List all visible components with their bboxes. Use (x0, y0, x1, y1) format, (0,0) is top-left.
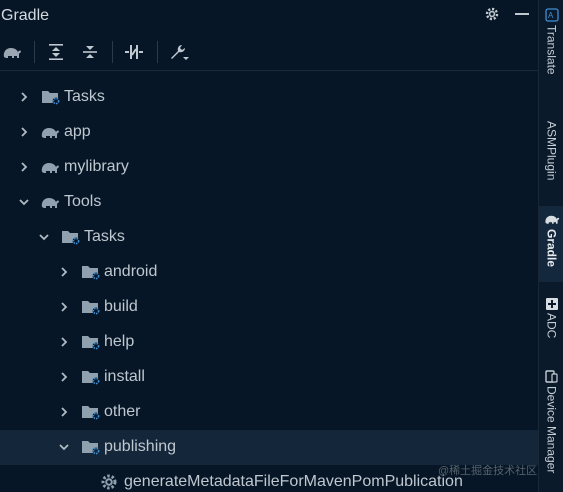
task-folder-icon (82, 406, 100, 420)
task-folder-icon (82, 336, 100, 350)
tree-node-label: Tools (64, 193, 102, 210)
tree-node-label: publishing (104, 438, 177, 455)
tree-node-label: mylibrary (64, 158, 129, 175)
device-icon (545, 370, 558, 383)
sidebar-tab-label: ADC (544, 313, 559, 339)
header-actions (484, 6, 530, 27)
tree-node-tasks[interactable]: Tasks (0, 80, 538, 115)
toolbar-separator (112, 41, 113, 63)
watermark: @稀土掘金技术社区 (438, 465, 538, 477)
tree-node-build[interactable]: build (0, 290, 538, 325)
toggle-offline-icon[interactable] (123, 41, 145, 63)
chevron-right-icon[interactable] (18, 91, 30, 103)
tree-node-label: Tasks (84, 228, 125, 245)
toolbar-separator (157, 41, 158, 63)
gradle-elephant-icon (544, 215, 559, 224)
tree-node-label: generateMetadataFileForMavenPomPublicati… (124, 473, 463, 490)
sidebar-tab-device-manager[interactable]: Device Manager (539, 370, 563, 473)
tree-node-tools[interactable]: Tools (0, 185, 538, 220)
task-folder-icon (42, 91, 60, 105)
tree-node-help[interactable]: help (0, 325, 538, 360)
toolbar-separator (34, 41, 35, 63)
sidebar-tab-label: ASMPlugin (544, 121, 559, 181)
translate-icon: A (544, 8, 559, 22)
gear-icon (101, 474, 117, 490)
sidebar-tab-asmplugin[interactable]: ASMPlugin (539, 118, 563, 180)
gradle-elephant-icon[interactable] (1, 41, 23, 63)
tree-node-label: other (104, 403, 141, 420)
chevron-right-icon[interactable] (18, 161, 30, 173)
minimize-icon[interactable] (514, 6, 530, 27)
tree-node-publishing[interactable]: publishing (0, 430, 538, 465)
tree-node-other[interactable]: other (0, 395, 538, 430)
sidebar-tab-gradle[interactable]: Gradle (539, 206, 563, 282)
expand-all-icon[interactable] (45, 41, 67, 63)
tool-window-title: Gradle (1, 7, 50, 24)
task-folder-icon (82, 266, 100, 280)
gradle-toolbar (0, 34, 538, 71)
sidebar-tab-label: Translate (544, 25, 559, 75)
tree-node-tools-tasks[interactable]: Tasks (0, 220, 538, 255)
sidebar-tab-label: Gradle (544, 229, 559, 268)
sidebar-tab-translate[interactable]: A Translate (539, 8, 563, 75)
tool-window-header: Gradle (0, 0, 538, 32)
chevron-right-icon[interactable] (58, 266, 70, 278)
gear-icon[interactable] (484, 6, 500, 27)
right-tool-strip: A Translate ASMPlugin Gradle ADC Device … (538, 0, 563, 492)
task-folder-icon (82, 371, 100, 385)
tree-node-label: Tasks (64, 88, 105, 105)
tree-node-app[interactable]: app (0, 115, 538, 150)
plus-box-icon (545, 298, 558, 310)
wrench-icon[interactable] (168, 41, 190, 63)
collapse-all-icon[interactable] (79, 41, 101, 63)
task-folder-icon (82, 441, 100, 455)
tree-node-label: android (104, 263, 158, 280)
tree-node-label: build (104, 298, 138, 315)
gradle-elephant-icon (41, 198, 59, 208)
task-folder-icon (82, 301, 100, 315)
chevron-right-icon[interactable] (58, 371, 70, 383)
chevron-down-icon[interactable] (18, 196, 30, 208)
sidebar-tab-adc[interactable]: ADC (539, 298, 563, 338)
tree-node-label: install (104, 368, 145, 385)
chevron-right-icon[interactable] (58, 406, 70, 418)
task-folder-icon (62, 231, 80, 245)
gradle-elephant-icon (41, 163, 59, 173)
tree-node-label: help (104, 333, 135, 350)
chevron-right-icon[interactable] (58, 336, 70, 348)
gradle-elephant-icon (41, 128, 59, 138)
chevron-down-icon[interactable] (38, 231, 50, 243)
chevron-down-icon[interactable] (58, 441, 70, 453)
gradle-tool-window: Gradle Tasks app mylibrary Tools Tasks a… (0, 0, 538, 492)
tree-node-android[interactable]: android (0, 255, 538, 290)
tree-node-label: app (64, 123, 91, 140)
tree-node-mylibrary[interactable]: mylibrary (0, 150, 538, 185)
sidebar-tab-label: Device Manager (544, 386, 559, 474)
chevron-right-icon[interactable] (18, 126, 30, 138)
chevron-right-icon[interactable] (58, 301, 70, 313)
tree-node-install[interactable]: install (0, 360, 538, 395)
svg-text:A: A (548, 11, 554, 20)
